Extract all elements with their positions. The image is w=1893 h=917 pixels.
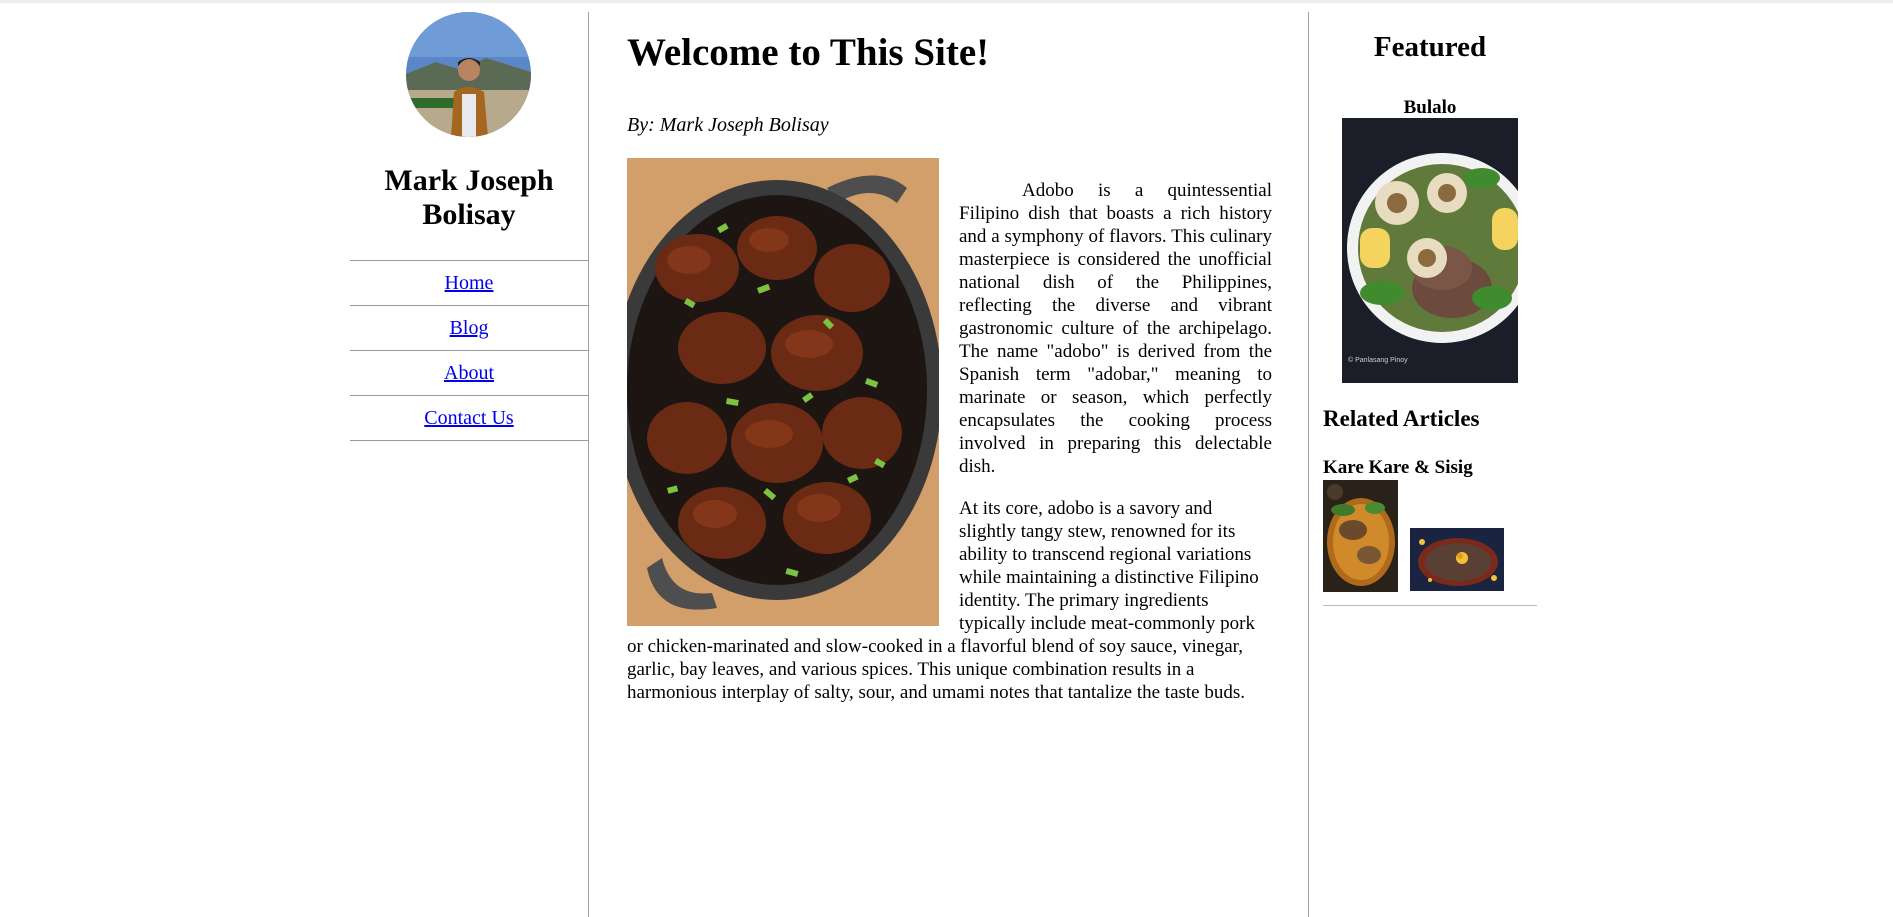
- sisig-illustration: [1410, 528, 1504, 591]
- nav-link-about[interactable]: About: [444, 362, 494, 385]
- right-divider: [1308, 12, 1309, 917]
- article-body: Adobo is a quintessential Filipino dish …: [627, 179, 1272, 723]
- related-articles-heading: Related Articles: [1323, 406, 1480, 431]
- nav-link-contact[interactable]: Contact Us: [424, 407, 513, 430]
- main-nav: Home Blog About Contact Us: [350, 260, 588, 441]
- featured-heading: Featured: [1373, 31, 1487, 63]
- nav-link-blog[interactable]: Blog: [450, 317, 489, 340]
- nav-item-about: About: [350, 350, 588, 395]
- page-title: Welcome to This Site!: [627, 31, 990, 74]
- avatar-photo: [406, 12, 531, 137]
- right-sidebar: Featured Bulalo © Panlasang Pinoy Relate…: [1323, 30, 1537, 606]
- image-float-spacer: [627, 179, 959, 631]
- nav-item-home: Home: [350, 260, 588, 305]
- kare-kare-illustration: [1323, 480, 1398, 592]
- article-byline: By: Mark Joseph Bolisay: [627, 114, 829, 136]
- kare-kare-thumbnail[interactable]: [1323, 480, 1398, 592]
- nav-link-home[interactable]: Home: [445, 272, 494, 295]
- nav-item-blog: Blog: [350, 305, 588, 350]
- author-name: Mark Joseph Bolisay: [384, 164, 554, 231]
- article: Welcome to This Site! By: Mark Joseph Bo…: [612, 30, 1272, 703]
- bulalo-illustration: [1342, 118, 1537, 383]
- featured-image-credit: © Panlasang Pinoy: [1348, 357, 1408, 364]
- top-border: [0, 0, 1893, 3]
- avatar: [406, 12, 531, 137]
- nav-item-contact: Contact Us: [350, 395, 588, 441]
- sisig-thumbnail[interactable]: [1410, 528, 1504, 591]
- featured-title: Bulalo: [1403, 97, 1457, 118]
- sidebar-divider: [1323, 605, 1537, 606]
- left-divider: [588, 12, 589, 917]
- featured-image[interactable]: © Panlasang Pinoy: [1342, 118, 1537, 383]
- related-article-title[interactable]: Kare Kare & Sisig: [1323, 457, 1473, 479]
